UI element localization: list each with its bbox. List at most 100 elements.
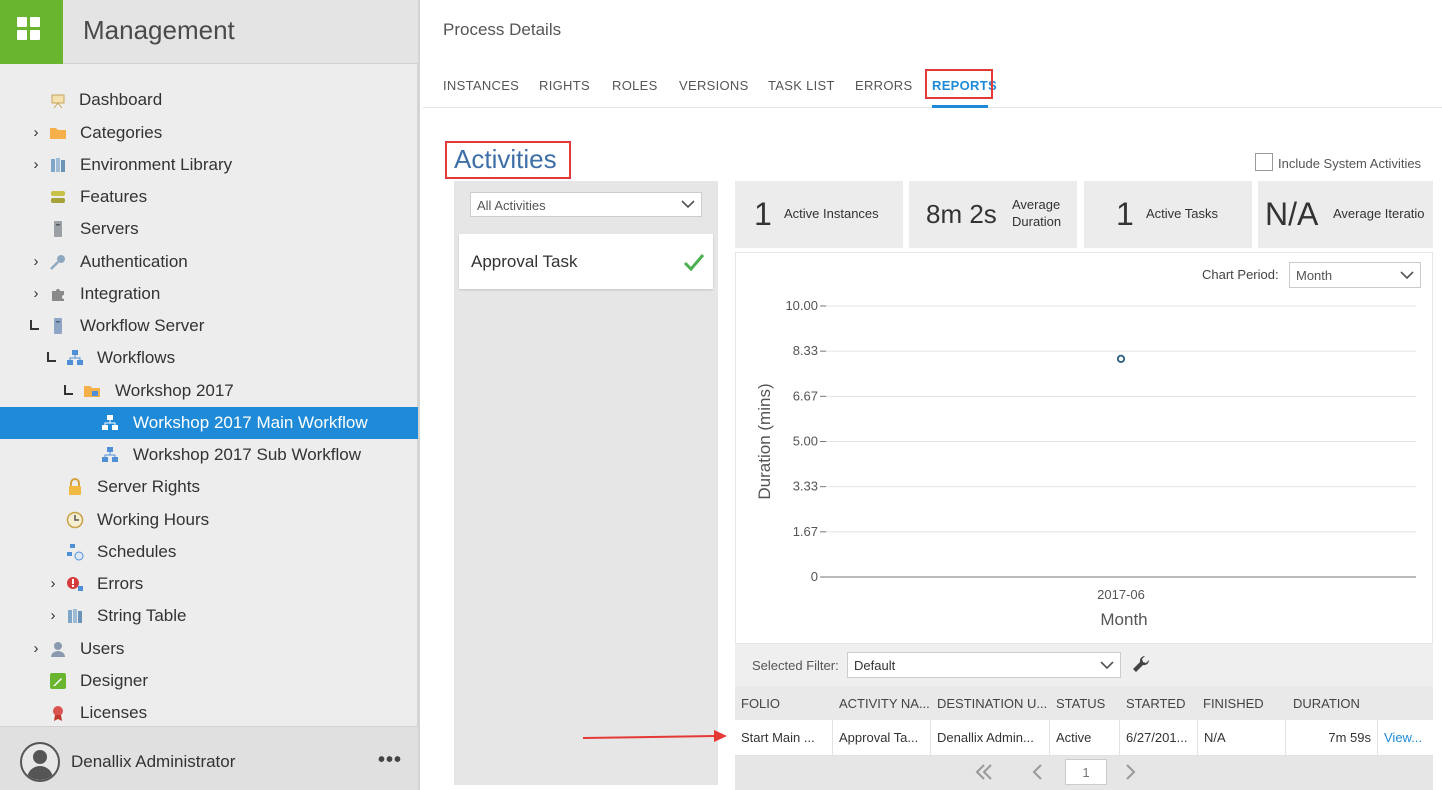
chevron-right-icon[interactable]: › — [29, 117, 43, 149]
library-icon — [51, 158, 65, 172]
stat-value: 1 — [1116, 196, 1134, 232]
sidebar-item-users[interactable]: › Users — [0, 633, 418, 665]
workflow-icon — [102, 447, 118, 462]
tab-rights[interactable]: RIGHTS — [539, 78, 590, 93]
sidebar-item-label: Server Rights — [97, 477, 200, 496]
sidebar-item-sub-workflow[interactable]: Workshop 2017 Sub Workflow — [0, 439, 418, 471]
sidebar-item-designer[interactable]: Designer — [0, 665, 418, 697]
view-link[interactable]: View... — [1378, 720, 1433, 756]
include-system-label: Include System Activities — [1278, 156, 1422, 171]
workflow-icon — [67, 350, 83, 365]
sidebar-item-label: Authentication — [80, 252, 188, 271]
table-row[interactable]: Start Main ... Approval Ta... Denallix A… — [735, 720, 1433, 756]
pencil-icon — [50, 673, 66, 689]
sidebar-item-workflows[interactable]: Workflows — [0, 342, 418, 374]
y-tick-label: 8.33 — [793, 343, 818, 358]
stat-average-duration: 8m 2s Average Duration — [909, 181, 1077, 248]
tree-collapse-icon[interactable] — [30, 320, 39, 330]
selected-filter-select[interactable]: Default — [847, 652, 1121, 678]
sidebar-item-workshop-2017[interactable]: Workshop 2017 — [0, 375, 418, 407]
wrench-icon[interactable] — [1131, 654, 1151, 674]
chevron-right-icon[interactable]: › — [46, 568, 60, 600]
sidebar-item-environment-library[interactable]: › Environment Library — [0, 149, 418, 181]
stat-active-instances: 1 Active Instances — [735, 181, 903, 248]
column-header-duration[interactable]: DURATION — [1293, 696, 1373, 711]
activity-card[interactable]: Approval Task — [459, 234, 713, 289]
y-tick-label: 1.67 — [793, 524, 818, 539]
chevron-right-icon[interactable]: › — [46, 600, 60, 632]
duration-chart: 10.00 8.33 6.67 5.00 3.33 1.67 0 2017-06 Durat… — [755, 298, 1416, 629]
activities-title-highlight — [445, 141, 571, 179]
sidebar-item-integration[interactable]: › Integration — [0, 278, 418, 310]
chevron-right-icon[interactable]: › — [29, 246, 43, 278]
workflow-folder-icon — [84, 386, 100, 397]
stat-active-tasks: 1 Active Tasks — [1084, 181, 1252, 248]
sidebar-item-authentication[interactable]: › Authentication — [0, 246, 418, 278]
reports-tab-highlight — [925, 69, 993, 99]
chart-period-select[interactable]: Month — [1289, 262, 1421, 288]
column-header-activity-name[interactable]: ACTIVITY NA... — [839, 696, 931, 711]
key-icon — [50, 255, 65, 270]
stat-value: N/A — [1265, 196, 1319, 232]
sidebar-item-categories[interactable]: › Categories — [0, 117, 418, 149]
chevron-down-icon — [1100, 661, 1114, 670]
sidebar: Management Dashboard › Categories › Envi… — [0, 0, 420, 790]
cell-duration: 7m 59s — [1286, 720, 1378, 756]
chevron-right-icon[interactable]: › — [29, 149, 43, 181]
tab-instances[interactable]: INSTANCES — [443, 78, 519, 93]
app-title: Management — [83, 15, 235, 45]
sidebar-item-schedules[interactable]: Schedules — [0, 536, 418, 568]
tree-collapse-icon[interactable] — [47, 352, 56, 362]
chevron-right-icon[interactable]: › — [29, 278, 43, 310]
sidebar-item-working-hours[interactable]: Working Hours — [0, 504, 418, 536]
sidebar-item-label: Working Hours — [97, 510, 210, 529]
sidebar-item-label: Dashboard — [79, 90, 163, 109]
previous-page-icon[interactable] — [1027, 761, 1049, 783]
tab-errors[interactable]: ERRORS — [855, 78, 912, 93]
sidebar-item-workflow-server[interactable]: Workflow Server — [0, 310, 418, 342]
lock-icon — [69, 478, 81, 495]
column-header-started[interactable]: STARTED — [1126, 696, 1196, 711]
tree-collapse-icon[interactable] — [64, 385, 73, 395]
activity-filter-select[interactable]: All Activities — [470, 192, 702, 217]
sidebar-item-label: Licenses — [80, 703, 148, 722]
tab-task-list[interactable]: TASK LIST — [768, 78, 835, 93]
cell-destination-user: Denallix Admin... — [931, 720, 1050, 756]
active-tab-indicator — [932, 105, 988, 108]
stat-label-line2: Duration — [1012, 214, 1062, 229]
sidebar-item-label: Users — [80, 639, 125, 658]
more-options-icon[interactable]: ••• — [378, 749, 402, 772]
first-page-icon[interactable] — [973, 761, 995, 783]
include-system-checkbox[interactable] — [1255, 153, 1273, 171]
column-header-status[interactable]: STATUS — [1056, 696, 1116, 711]
column-header-destination-user[interactable]: DESTINATION U... — [937, 696, 1049, 711]
features-icon — [51, 191, 65, 203]
x-axis-label: Month — [1100, 610, 1147, 629]
main-content: Process Details INSTANCES RIGHTS ROLES V… — [423, 0, 1442, 790]
server-icon — [54, 221, 62, 237]
app-grid-icon[interactable] — [0, 0, 63, 64]
stat-label-line1: Average — [1012, 197, 1061, 212]
sidebar-item-licenses[interactable]: Licenses — [0, 697, 418, 729]
sidebar-item-string-table[interactable]: › String Table — [0, 600, 418, 632]
tab-roles[interactable]: ROLES — [612, 78, 658, 93]
tab-versions[interactable]: VERSIONS — [679, 78, 749, 93]
column-header-folio[interactable]: FOLIO — [741, 696, 831, 711]
sidebar-item-errors[interactable]: › Errors — [0, 568, 418, 600]
chevron-right-icon[interactable]: › — [29, 633, 43, 665]
sidebar-item-features[interactable]: Features — [0, 181, 418, 213]
sidebar-item-servers[interactable]: Servers — [0, 213, 418, 245]
clock-icon — [66, 511, 84, 529]
sidebar-item-server-rights[interactable]: Server Rights — [0, 471, 418, 503]
sidebar-item-dashboard[interactable]: Dashboard — [0, 84, 418, 116]
y-axis-label: Duration (mins) — [755, 383, 774, 499]
sidebar-item-main-workflow[interactable]: Workshop 2017 Main Workflow — [0, 407, 418, 439]
activity-name: Approval Task — [471, 252, 578, 271]
cell-activity-name: Approval Ta... — [833, 720, 931, 756]
avatar[interactable] — [20, 742, 60, 782]
column-header-finished[interactable]: FINISHED — [1203, 696, 1283, 711]
page-number-input[interactable]: 1 — [1065, 759, 1107, 785]
next-page-icon[interactable] — [1119, 761, 1141, 783]
data-point[interactable] — [1116, 354, 1126, 363]
stat-value: 8m 2s — [926, 199, 997, 229]
